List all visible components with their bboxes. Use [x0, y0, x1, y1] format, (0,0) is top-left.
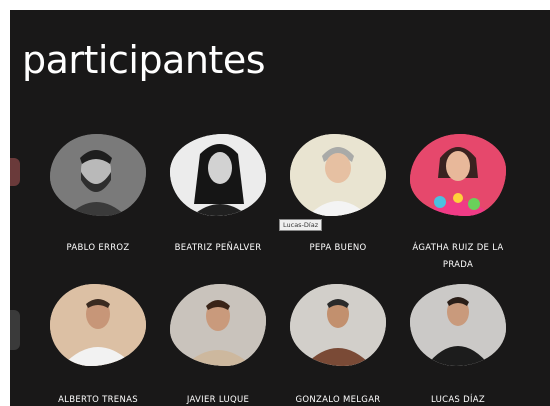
participant-photo [410, 284, 506, 366]
participant-name: ALBERTO TRENAS [58, 395, 138, 405]
participant-card[interactable]: PEPA BUENO [278, 134, 398, 257]
man-portrait-icon [410, 284, 506, 366]
participant-name: LUCAS DÍAZ [430, 395, 486, 405]
participant-name: ÁGATHA RUIZ DE LA PRADA [412, 243, 504, 270]
participant-card[interactable]: BEATRIZ PEÑALVER [158, 134, 278, 257]
woman-portrait-icon [170, 134, 266, 216]
participant-photo [290, 284, 386, 366]
woman-portrait-icon [290, 134, 386, 216]
participant-name: GONZALO MELGAR [295, 395, 381, 405]
woman-portrait-icon [410, 134, 506, 216]
participant-name: PABLO ERROZ [66, 243, 130, 253]
participant-photo [170, 284, 266, 366]
participant-card[interactable]: ÁGATHA RUIZ DE LA PRADA [398, 134, 518, 274]
man-portrait-icon [50, 284, 146, 366]
participant-photo [50, 284, 146, 366]
participants-section: participantes PABLO ERROZ BEATRIZ PEÑALV… [10, 10, 550, 406]
tooltip: Lucas-Díaz [279, 219, 323, 231]
participant-photo [290, 134, 386, 216]
participant-photo [170, 134, 266, 216]
left-edge-decoration [10, 310, 20, 350]
participant-card[interactable]: ALBERTO TRENAS [38, 284, 158, 406]
participant-card[interactable]: PABLO ERROZ [38, 134, 158, 257]
man-portrait-icon [170, 284, 266, 366]
participant-name: BEATRIZ PEÑALVER [174, 243, 262, 253]
participant-card[interactable]: LUCAS DÍAZ [398, 284, 518, 406]
participant-card[interactable]: JAVIER LUQUE [158, 284, 278, 406]
participant-name: JAVIER LUQUE [186, 395, 250, 405]
page-title: participantes [22, 38, 266, 82]
man-portrait-icon [50, 134, 146, 216]
participant-name: PEPA BUENO [309, 243, 367, 253]
participant-photo [50, 134, 146, 216]
participant-card[interactable]: GONZALO MELGAR [278, 284, 398, 406]
participant-photo [410, 134, 506, 216]
left-edge-decoration [10, 158, 20, 186]
man-portrait-icon [290, 284, 386, 366]
